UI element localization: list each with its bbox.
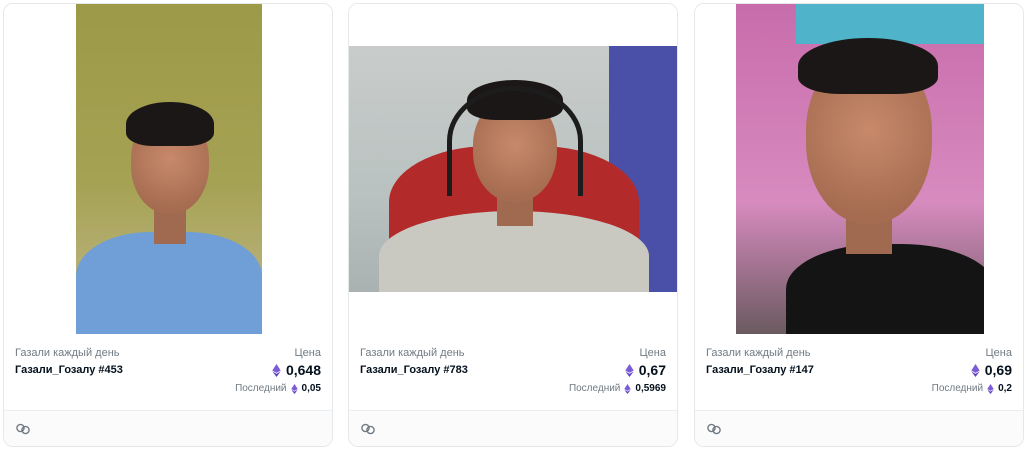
nft-image-area[interactable] xyxy=(695,4,1023,334)
price-label: Цена xyxy=(294,347,321,359)
price-row: 0,69 xyxy=(971,362,1012,378)
link-icon[interactable] xyxy=(706,421,722,437)
nft-card[interactable]: Газали каждый день Газали_Гозалу #453 Це… xyxy=(3,3,333,447)
ethereum-icon xyxy=(987,383,994,394)
card-footer xyxy=(349,410,677,446)
last-price-label: Последний xyxy=(568,383,621,394)
price-label: Цена xyxy=(985,347,1012,359)
price-row: 0,648 xyxy=(272,362,321,378)
last-price-label: Последний xyxy=(235,383,287,394)
nft-info: Газали каждый день Газали_Гозалу #453 Це… xyxy=(4,334,332,412)
nft-card[interactable]: Газали каждый день Газали_Гозалу #783 Це… xyxy=(348,3,678,447)
card-footer xyxy=(695,410,1023,446)
last-price-value: 0,5969 xyxy=(635,383,666,394)
ethereum-icon xyxy=(971,363,980,377)
ethereum-icon xyxy=(624,383,632,394)
ethereum-icon xyxy=(272,363,281,377)
last-price-label: Последний xyxy=(931,383,984,394)
price-label: Цена xyxy=(639,347,666,359)
item-name[interactable]: Газали_Гозалу #453 xyxy=(15,364,123,376)
link-icon[interactable] xyxy=(15,421,31,437)
last-price-row: Последний 0,2 xyxy=(932,383,1012,394)
price-value: 0,67 xyxy=(638,362,666,378)
item-name[interactable]: Газали_Гозалу #147 xyxy=(706,364,814,376)
nft-info: Газали каждый день Газали_Гозалу #783 Це… xyxy=(349,334,677,412)
last-price-row: Последний 0,5969 xyxy=(569,383,666,394)
price-value: 0,69 xyxy=(984,362,1012,378)
nft-image-area[interactable] xyxy=(349,4,677,334)
last-price-row: Последний 0,05 xyxy=(235,383,321,394)
nft-card[interactable]: Газали каждый день Газали_Гозалу #147 Це… xyxy=(694,3,1024,447)
nft-image-area[interactable] xyxy=(4,4,332,334)
last-price-value: 0,05 xyxy=(301,383,321,394)
nft-info: Газали каждый день Газали_Гозалу #147 Це… xyxy=(695,334,1023,412)
item-name[interactable]: Газали_Гозалу #783 xyxy=(360,364,468,376)
ethereum-icon xyxy=(290,383,298,394)
nft-photo[interactable] xyxy=(736,4,984,334)
price-value: 0,648 xyxy=(285,362,321,378)
link-icon[interactable] xyxy=(360,421,376,437)
collection-name[interactable]: Газали каждый день xyxy=(360,347,465,359)
last-price-value: 0,2 xyxy=(998,383,1012,394)
card-footer xyxy=(4,410,332,446)
price-row: 0,67 xyxy=(625,362,666,378)
collection-name[interactable]: Газали каждый день xyxy=(706,347,811,359)
collection-name[interactable]: Газали каждый день xyxy=(15,347,120,359)
ethereum-icon xyxy=(625,363,634,377)
nft-photo[interactable] xyxy=(349,46,677,292)
nft-photo[interactable] xyxy=(76,4,262,334)
nft-card-grid: Газали каждый день Газали_Гозалу #453 Це… xyxy=(0,0,1024,450)
